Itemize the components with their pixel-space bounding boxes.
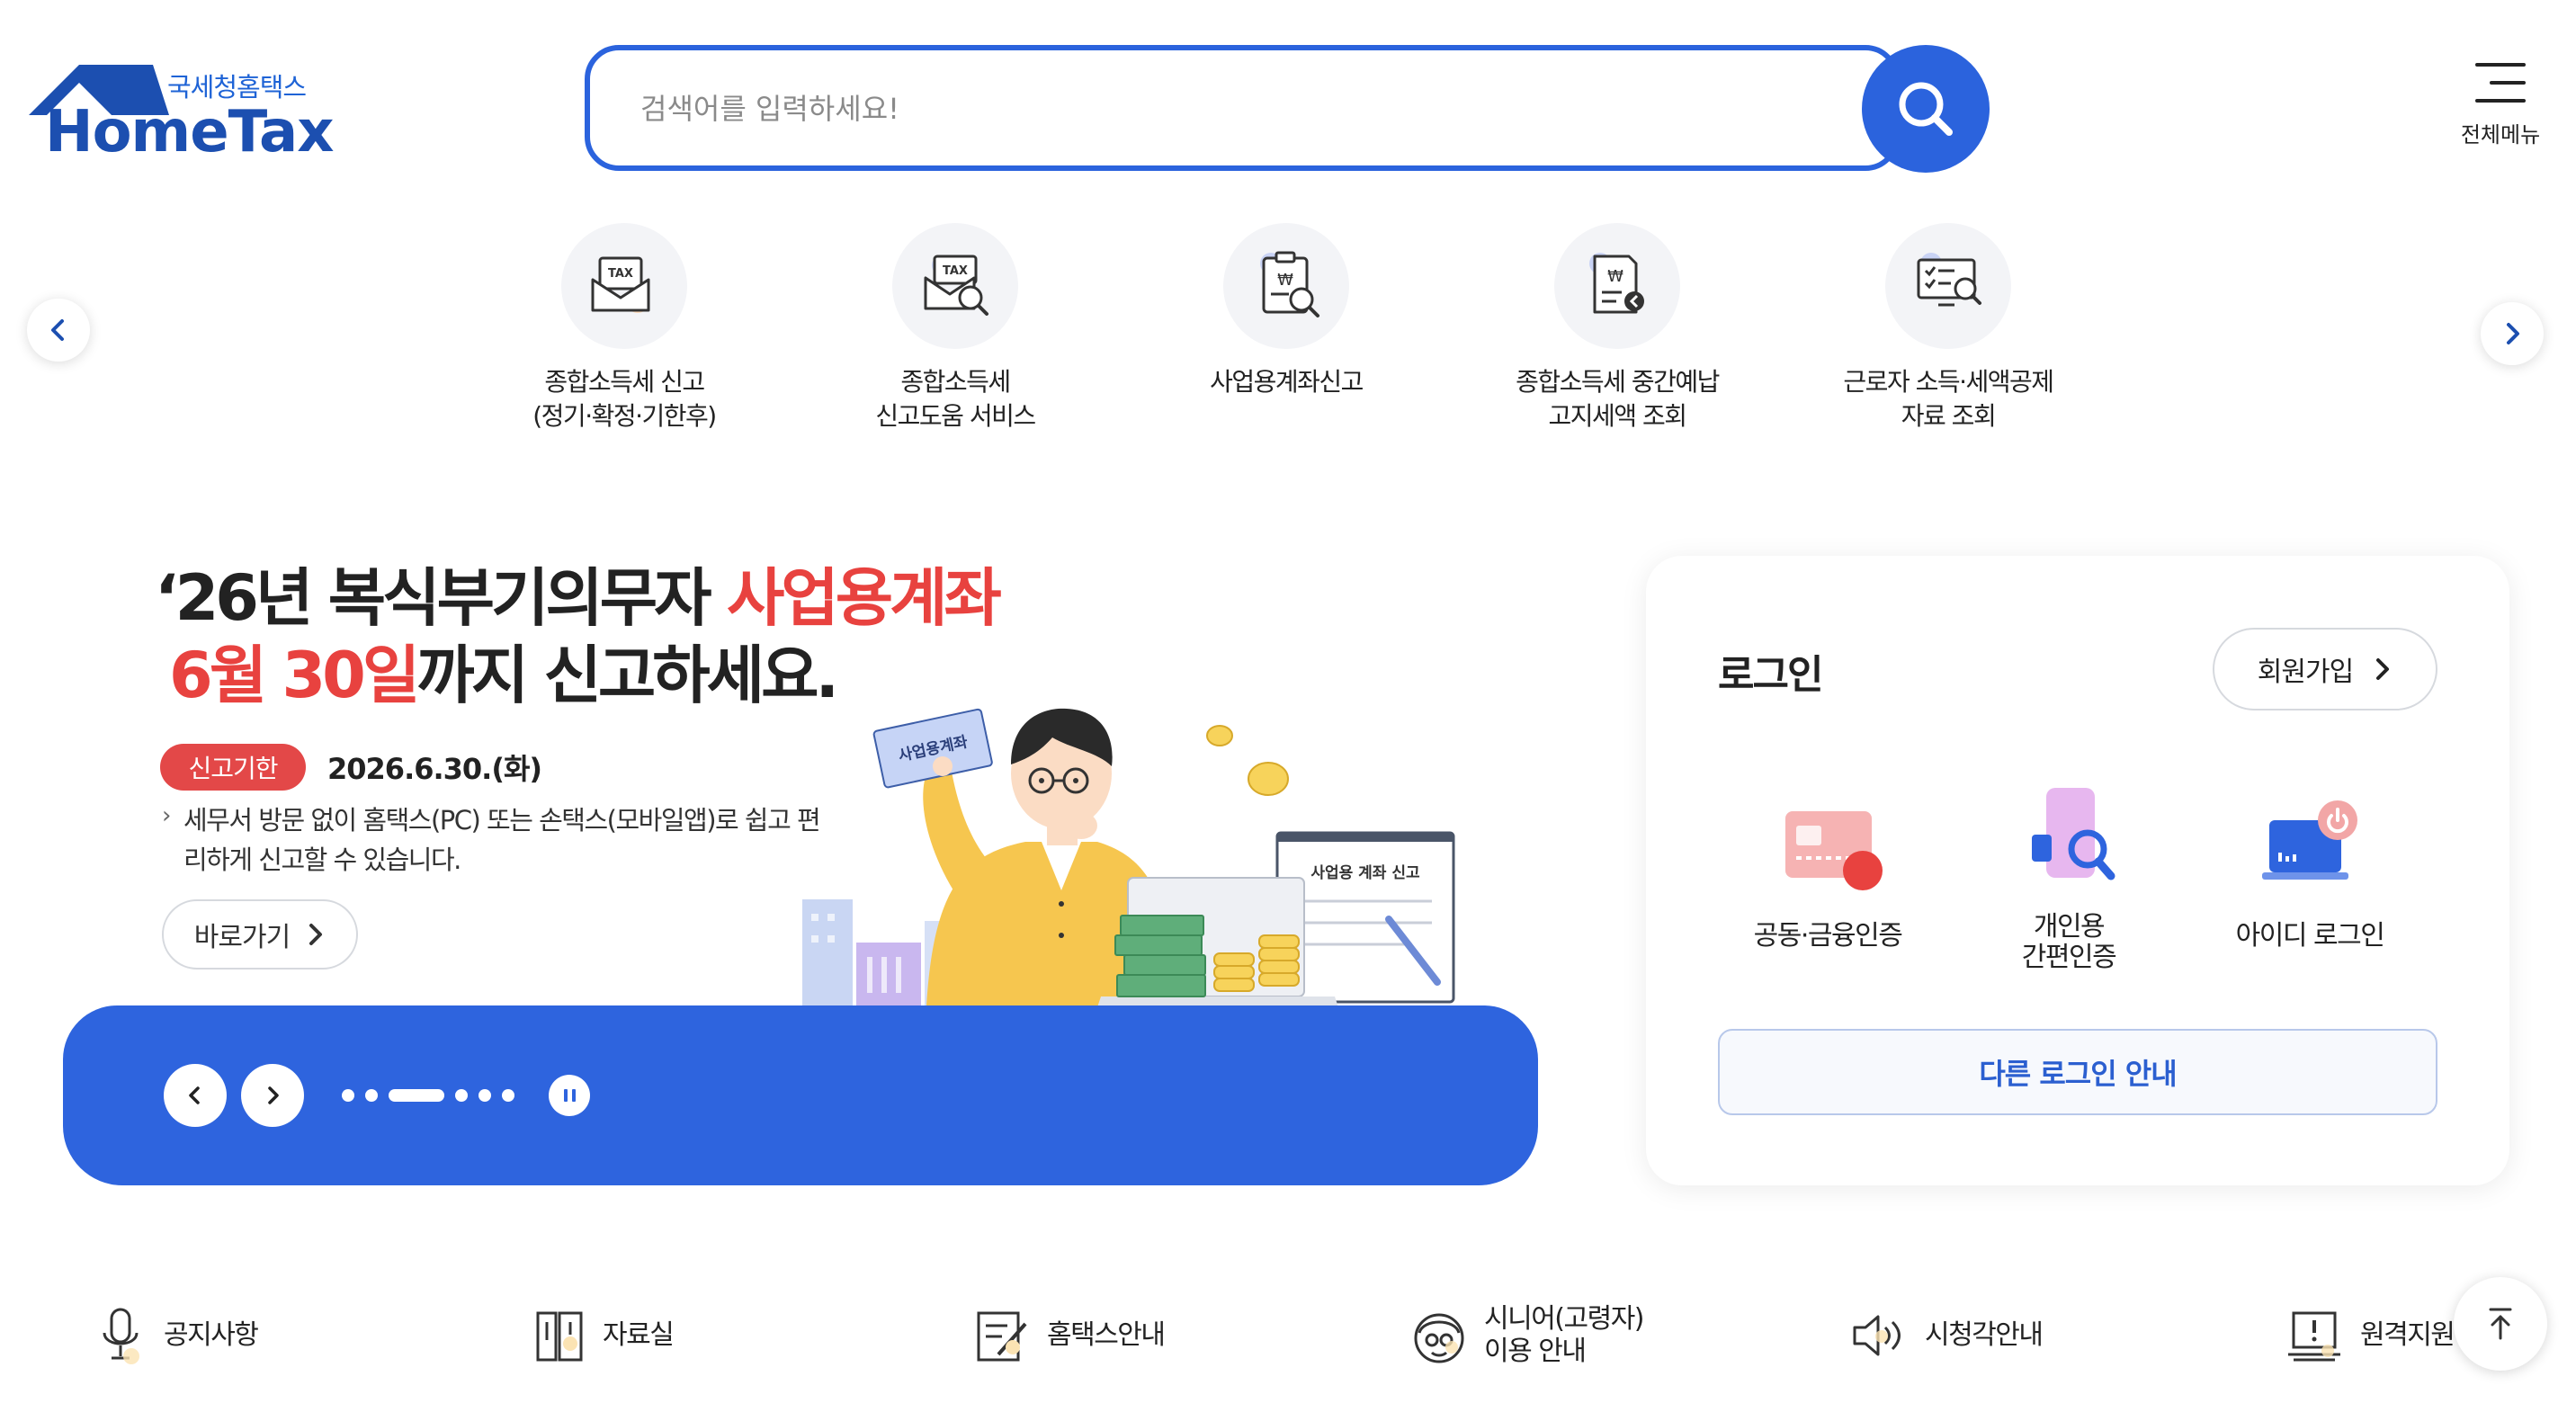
scroll-top-button[interactable] <box>2454 1277 2547 1371</box>
svg-text:TAX: TAX <box>943 264 968 278</box>
hometax-guide-label: 홈택스안내 <box>1047 1319 1166 1351</box>
archive-label: 자료실 <box>603 1319 675 1351</box>
banner-pause-button[interactable] <box>549 1075 590 1116</box>
quick-menu-item[interactable]: 근로자 소득·세액공제 자료 조회 <box>1813 223 2083 433</box>
pagination-dot-active[interactable] <box>389 1089 444 1102</box>
arrow-up-icon <box>2489 1308 2512 1340</box>
notice-link[interactable]: 공지사항 <box>94 1295 259 1376</box>
quick-menu-label: 종합소득세 신고 (정기·확정·기한후) <box>532 367 717 431</box>
chevron-left-icon <box>51 319 64 341</box>
signup-label: 회원가입 <box>2257 657 2354 688</box>
guide-edit-icon <box>977 1311 1027 1362</box>
quick-menu-next-button[interactable] <box>2481 302 2544 365</box>
document-label: 사업용 계좌 신고 <box>1310 864 1420 882</box>
senior-guide-label: 시니어(고령자) 이용 안내 <box>1484 1303 1645 1367</box>
chevron-right-icon <box>268 1086 279 1104</box>
quick-menu-label: 종합소득세 신고도움 서비스 <box>875 367 1036 431</box>
hometax-guide-link[interactable]: 홈택스안내 <box>973 1295 1166 1376</box>
microphone-icon <box>103 1308 139 1364</box>
tax-search-icon: TAX <box>892 223 1018 349</box>
chevron-left-icon <box>189 1086 200 1104</box>
banner-prev-button[interactable] <box>164 1064 227 1127</box>
chevron-right-icon <box>2376 658 2390 680</box>
banner-title-part: ‘26년 복식부기의무자 <box>155 561 727 635</box>
search-icon <box>1899 82 1953 136</box>
banner-pagination <box>342 1089 514 1102</box>
go-shortcut-button[interactable]: 바로가기 <box>162 899 358 970</box>
simple-auth-login-label: 개인용 간편인증 <box>2021 911 2117 973</box>
id-login-option[interactable]: 아이디 로그인 <box>2202 790 2418 952</box>
archive-icon <box>536 1311 583 1362</box>
quick-menu-label: 종합소득세 중간예납 고지세액 조회 <box>1516 367 1720 431</box>
simple-auth-login-option[interactable]: 개인용 간편인증 <box>1961 781 2177 973</box>
pagination-dot[interactable] <box>479 1089 491 1102</box>
deadline-badge: 신고기한 <box>160 744 306 791</box>
pagination-dot[interactable] <box>502 1089 514 1102</box>
audiovisual-guide-link[interactable]: 시청각안내 <box>1849 1295 2044 1376</box>
remote-support-label: 원격지원 <box>2360 1319 2455 1351</box>
speaker-icon <box>1853 1315 1901 1356</box>
audiovisual-guide-label: 시청각안내 <box>1925 1319 2044 1351</box>
banner-title-part: 까지 신고하세요. <box>416 639 839 712</box>
full-menu-label: 전체메뉴 <box>2460 122 2541 147</box>
simple-auth-icon <box>2010 781 2127 898</box>
svg-text:₩: ₩ <box>1607 267 1623 286</box>
login-panel: 로그인 회원가입 공동·금융인증 개인용 간편인증 아이디 로그인 다른 로그인… <box>1646 556 2509 1185</box>
quick-menu-item[interactable]: TAX 종합소득세 신고 (정기·확정·기한후) <box>489 223 759 433</box>
senior-guide-link[interactable]: 시니어(고령자) 이용 안내 <box>1410 1295 1645 1376</box>
quick-menu-item[interactable]: ₩ 종합소득세 중간예납 고지세액 조회 <box>1482 223 1752 433</box>
quick-menu-label: 사업용계좌신고 <box>1210 367 1364 397</box>
quick-menu-item[interactable]: ₩ 사업용계좌신고 <box>1151 223 1421 399</box>
login-title: 로그인 <box>1718 652 1823 698</box>
id-login-label: 아이디 로그인 <box>2235 920 2385 952</box>
full-menu-button[interactable]: 전체메뉴 <box>2445 59 2556 158</box>
remote-support-link[interactable]: 원격지원 <box>2285 1295 2455 1376</box>
deadline-date: 2026.6.30.(화) <box>327 752 542 786</box>
banner-next-button[interactable] <box>241 1064 304 1127</box>
search-box <box>585 45 1900 171</box>
hamburger-icon <box>2475 63 2526 103</box>
chevron-right-icon <box>2507 323 2519 344</box>
quick-menu-prev-button[interactable] <box>27 299 90 362</box>
logo-title: HomeTax <box>45 99 334 165</box>
tax-envelope-icon: TAX <box>561 223 687 349</box>
banner-title-highlight: 6월 30일 <box>169 639 420 712</box>
banner-title-highlight: 사업용계좌 <box>726 561 1002 635</box>
search-input[interactable] <box>640 86 1810 131</box>
certificate-card-icon <box>1769 790 1886 907</box>
certificate-login-label: 공동·금융인증 <box>1753 920 1903 952</box>
banner-description: 세무서 방문 없이 홈택스(PC) 또는 손택스(모바일앱)로 쉽고 편리하게 … <box>183 805 821 875</box>
clipboard-search-icon: ₩ <box>1223 223 1349 349</box>
search-bar <box>585 45 1990 173</box>
archive-link[interactable]: 자료실 <box>532 1295 675 1376</box>
banner-control-bar <box>63 1005 1538 1185</box>
document-won-icon: ₩ <box>1554 223 1680 349</box>
notice-label: 공지사항 <box>164 1319 259 1351</box>
quick-menu-label: 근로자 소득·세액공제 자료 조회 <box>1843 367 2054 431</box>
bullet-arrow-icon: › <box>162 802 172 829</box>
pagination-dot[interactable] <box>342 1089 354 1102</box>
monitor-search-icon <box>1885 223 2011 349</box>
search-button[interactable] <box>1862 45 1990 173</box>
go-shortcut-label: 바로가기 <box>193 922 291 953</box>
banner-illustration: 사업용계좌 사업용 계좌 신고 <box>802 708 1455 1018</box>
hometax-logo[interactable]: 국세청홈택스 HomeTax <box>25 63 334 165</box>
other-login-guide-button[interactable]: 다른 로그인 안내 <box>1718 1029 2437 1115</box>
signup-button[interactable]: 회원가입 <box>2213 628 2437 710</box>
chevron-right-icon <box>309 924 323 945</box>
remote-support-icon <box>2288 1311 2340 1362</box>
svg-text:₩: ₩ <box>1277 271 1293 290</box>
pagination-dot[interactable] <box>365 1089 378 1102</box>
quick-menu-item[interactable]: TAX 종합소득세 신고도움 서비스 <box>820 223 1090 433</box>
pagination-dot[interactable] <box>455 1089 468 1102</box>
id-login-icon <box>2251 790 2368 907</box>
senior-icon <box>1414 1313 1464 1363</box>
certificate-login-option[interactable]: 공동·금융인증 <box>1720 790 1936 952</box>
svg-text:TAX: TAX <box>608 267 633 281</box>
